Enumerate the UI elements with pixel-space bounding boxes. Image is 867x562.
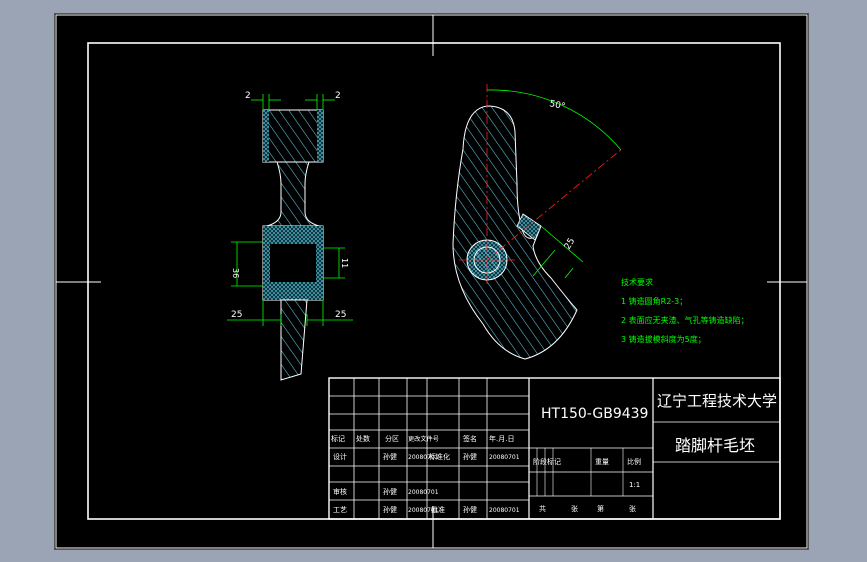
tb-stage-label: 阶段标记 [533,457,561,466]
dim-left-top-right: 2 [335,91,341,101]
tb-header-5: 年.月.日 [489,434,514,443]
tb-std-label: 标准化 [429,452,450,461]
dim-left-bore-dia: 36 [231,268,240,278]
tb-approve-name: 孙健 [463,505,477,514]
tb-design-name: 孙健 [383,452,397,461]
tech-item-1: 1 铸造圆角R2-3； [621,296,687,306]
top-hub [262,109,324,163]
tb-header-0: 标记 [331,434,345,443]
tb-part-name: 踏脚杆毛坯 [675,436,755,455]
tb-approve-label: 批准 [431,505,445,514]
tb-process-name: 孙健 [383,505,397,514]
tb-review-label: 审核 [333,487,347,496]
tb-review-name: 孙健 [383,487,397,496]
tb-review-date: 20080701 [408,489,439,496]
dim-left-top-left: 2 [245,91,251,101]
dim-left-bottom-left: 25 [231,310,242,320]
dim-left-bore-right: 11 [340,258,349,268]
tech-item-2: 2 表面应无夹渣、气孔等铸造缺陷； [621,315,749,325]
left-section-view: 2 2 36 11 25 25 [227,91,353,381]
tech-title: 技术要求 [621,277,653,287]
tb-header-1: 处数 [356,434,370,443]
tb-header-2: 分区 [385,434,399,443]
top-hub-edge-right [317,110,323,162]
tb-material: HT150-GB9439 [541,406,648,422]
drawing-sheet: 2 2 36 11 25 25 50° 25 技术要求 1 铸造圆角R2-3； … [55,14,808,549]
drawing-canvas: 2 2 36 11 25 25 50° 25 技术要求 1 铸造圆角R2-3； … [55,14,808,549]
top-hub-edge-left [263,110,269,162]
bore-right-wall [316,244,323,282]
tb-header-4: 签名 [463,434,477,443]
tb-header-3: 更改文件号 [408,435,439,443]
bore-bottom-wall [263,282,323,300]
tb-scale-value: 1:1 [629,481,640,489]
tb-sheet-total-label: 共 [539,504,546,513]
lever-body [452,105,578,360]
tb-company: 辽宁工程技术大学 [657,392,777,410]
neck [266,161,320,227]
outer-frame [55,14,808,549]
dim-left-bottom-right: 25 [335,310,346,320]
lower-lever [280,299,308,381]
right-front-view: 50° 25 [452,84,624,360]
tb-sheet-total-unit: 张 [571,504,578,513]
tb-std-name: 孙健 [463,452,477,461]
tb-approve-date: 20080701 [489,507,520,514]
bore-left-wall [263,244,270,282]
tb-process-label: 工艺 [333,506,347,514]
tb-scale-label: 比例 [627,457,641,466]
tb-weight-label: 重量 [595,458,609,466]
bore-top-wall [263,226,323,244]
tb-sheet-no-unit: 张 [629,504,636,513]
dim-thickness: 25 [563,237,577,252]
tb-design-label: 设计 [333,452,347,461]
dim-angle: 50° [548,99,566,112]
tb-std-date: 20080701 [489,454,520,461]
tech-requirements: 技术要求 1 铸造圆角R2-3； 2 表面应无夹渣、气孔等铸造缺陷； 3 铸造拔… [621,277,749,344]
tech-item-3: 3 铸造拔模斜度为5度； [621,334,706,344]
tb-sheet-no-label: 第 [597,504,604,513]
